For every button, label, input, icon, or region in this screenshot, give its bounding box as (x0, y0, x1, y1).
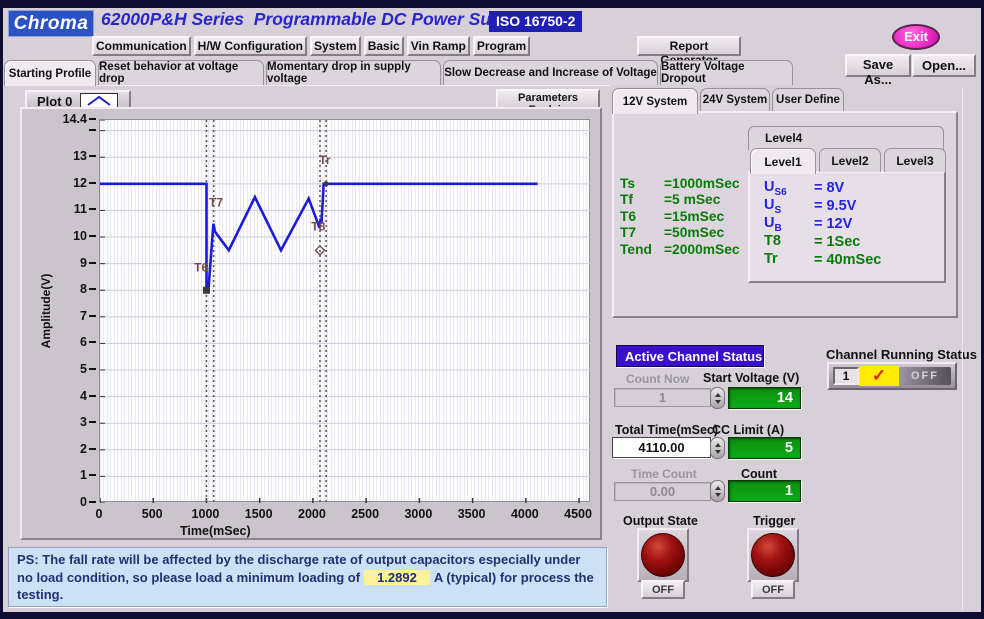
tab-12v-system[interactable]: 12V System (612, 88, 698, 114)
trigger-knob[interactable] (747, 528, 799, 582)
menu-button-program[interactable]: Program (473, 36, 530, 56)
count-now-field: 1 (614, 388, 711, 407)
window-border-bottom (0, 612, 984, 619)
time-count-field: 0.00 (614, 482, 711, 501)
param-tend: Tend=2000mSec (620, 241, 748, 258)
channel-running-state: OFF (899, 367, 951, 385)
menu-button-system[interactable]: System (310, 36, 361, 56)
tab-slow-decrease-increase[interactable]: Slow Decrease and Increase of Voltage (443, 60, 658, 85)
param-t8: T8 = 1Sec (764, 233, 944, 251)
count-now-label: Count Now (626, 372, 689, 386)
cc-limit-stepper[interactable] (710, 437, 725, 459)
right-panel-divider (962, 88, 963, 610)
time-count-label: Time Count (631, 467, 697, 481)
report-generator-button[interactable]: Report Generator (637, 36, 741, 56)
app-title: 62000P&H Series Programmable DC Power Su… (101, 9, 527, 30)
output-state-off-button[interactable]: OFF (641, 580, 685, 599)
save-as-button[interactable]: Save As... (845, 54, 911, 77)
channel-running-status-control[interactable]: 1 ✓ OFF (827, 362, 957, 390)
param-t7: T7=50mSec (620, 225, 748, 242)
active-channel-status-badge: Active Channel Status (616, 345, 764, 367)
svg-text:Tr: Tr (319, 153, 331, 167)
param-us: US = 9.5V (764, 197, 944, 215)
y-axis-ticks: 01234567891011121314.4 (22, 119, 96, 502)
param-tf: Tf=5 mSec (620, 192, 748, 209)
menu-button-hw-configuration[interactable]: H/W Configuration (194, 36, 307, 56)
exit-button[interactable]: Exit (892, 24, 940, 50)
x-axis-ticks: 050010001500200025003000350040004500 (99, 507, 599, 522)
window-border-left (0, 0, 3, 619)
menu-button-vin-ramp[interactable]: Vin Ramp (407, 36, 470, 56)
window-border-top (0, 0, 984, 8)
channel-running-status-label: Channel Running Status (826, 347, 977, 362)
start-voltage-display[interactable]: 14 (728, 387, 801, 409)
plot-area[interactable]: T6 T7 T8 Tr (99, 119, 590, 502)
output-state-knob-icon (641, 533, 685, 577)
tab-momentary-drop[interactable]: Momentary drop in supply voltage (266, 60, 441, 85)
tab-battery-voltage-dropout[interactable]: Battery Voltage Dropout (660, 60, 793, 85)
cc-limit-label: CC Limit (A) (712, 423, 784, 437)
count-label: Count (741, 467, 777, 481)
param-tr: Tr = 40mSec (764, 251, 944, 269)
open-button[interactable]: Open... (912, 54, 976, 77)
svg-text:T7: T7 (209, 195, 223, 209)
output-state-knob[interactable] (637, 528, 689, 582)
start-voltage-stepper[interactable] (710, 387, 725, 409)
total-time-field[interactable]: 4110.00 (612, 437, 711, 458)
channel-number: 1 (833, 367, 859, 385)
note-min-loading-value: 1.2892 (364, 570, 430, 585)
param-ub: UB = 12V (764, 215, 944, 233)
tab-level1[interactable]: Level1 (750, 148, 816, 174)
timing-parameters: Ts=1000mSec Tf=5 mSec T6=15mSec T7=50mSe… (620, 175, 748, 258)
tab-level2[interactable]: Level2 (819, 148, 881, 172)
param-ts: Ts=1000mSec (620, 175, 748, 192)
channel-check-icon: ✓ (859, 366, 899, 386)
level1-parameters-box: US6 = 8V US = 9.5V UB = 12V T8 = 1Sec Tr… (748, 171, 946, 283)
param-t6: T6=15mSec (620, 208, 748, 225)
menu-button-basic[interactable]: Basic (364, 36, 404, 56)
test-mode-tabbar: Starting Profile Reset behavior at volta… (4, 60, 793, 85)
waveform-graph: Amplitude(V) 01234567891011121314.4 T6T7… (20, 107, 602, 540)
tab-starting-profile[interactable]: Starting Profile (4, 60, 96, 86)
tab-level3[interactable]: Level3 (884, 148, 946, 172)
tab-level4[interactable]: Level4 (748, 126, 944, 150)
system-tabbar: 12V System 24V System User Define (612, 88, 844, 111)
chroma-logo: Chroma (8, 10, 94, 37)
trigger-off-button[interactable]: OFF (751, 580, 795, 599)
count-stepper[interactable] (710, 480, 725, 502)
waveform-plot: T6 T7 T8 Tr (100, 120, 591, 503)
output-state-label: Output State (623, 514, 698, 528)
svg-text:T8: T8 (311, 219, 325, 233)
cc-limit-display[interactable]: 5 (728, 437, 801, 459)
ps-note: PS: The fall rate will be affected by th… (8, 547, 607, 607)
app-window: Chroma 62000P&H Series Programmable DC P… (0, 0, 984, 619)
total-time-label: Total Time(mSec) (615, 423, 718, 437)
trigger-knob-icon (751, 533, 795, 577)
trigger-label: Trigger (753, 514, 795, 528)
param-us6: US6 = 8V (764, 179, 944, 197)
start-voltage-label: Start Voltage (V) (703, 371, 799, 385)
tab-reset-behavior[interactable]: Reset behavior at voltage drop (98, 60, 264, 85)
tab-user-define[interactable]: User Define (772, 88, 844, 111)
system-parameters-panel: Level4 Level1 Level2 Level3 US6 = 8V US … (612, 111, 958, 318)
svg-text:T6: T6 (194, 261, 208, 275)
menu-bar: Communication H/W Configuration System B… (92, 36, 530, 56)
level-tabbar: Level1 Level2 Level3 (750, 148, 946, 172)
count-display[interactable]: 1 (728, 480, 801, 502)
iso-standard-badge: ISO 16750-2 (489, 11, 582, 32)
tab-24v-system[interactable]: 24V System (700, 88, 770, 111)
x-axis-label: Time(mSec) (180, 524, 251, 538)
menu-button-communication[interactable]: Communication (92, 36, 191, 56)
